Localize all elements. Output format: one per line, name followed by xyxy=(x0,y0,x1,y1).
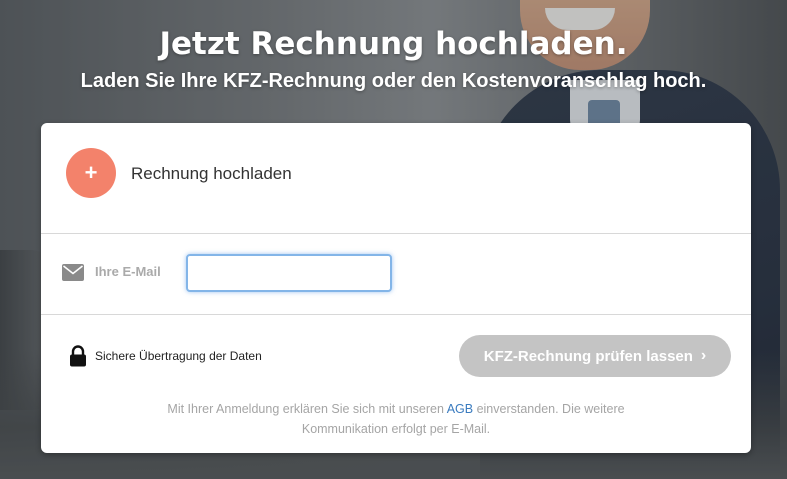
agb-link[interactable]: AGB xyxy=(447,402,473,416)
security-section: Sichere Übertragung der Daten KFZ-Rechnu… xyxy=(41,315,751,377)
legal-notice: Mit Ihrer Anmeldung erklären Sie sich mi… xyxy=(151,399,641,439)
page-title: Jetzt Rechnung hochladen. xyxy=(159,26,628,62)
upload-section[interactable]: + Rechnung hochladen xyxy=(41,123,751,234)
upload-form-card: + Rechnung hochladen Ihre E-Mail Sichere… xyxy=(41,123,751,453)
chevron-right-icon: › xyxy=(700,347,707,364)
check-invoice-button[interactable]: KFZ-Rechnung prüfen lassen › xyxy=(459,335,731,377)
add-file-button[interactable]: + xyxy=(66,148,116,198)
email-input[interactable] xyxy=(186,254,392,292)
lock-icon xyxy=(70,345,86,367)
email-label: Ihre E-Mail xyxy=(95,264,161,279)
mail-icon xyxy=(62,264,84,281)
submit-button-label: KFZ-Rechnung prüfen lassen xyxy=(483,347,693,365)
legal-text-start: Mit Ihrer Anmeldung erklären Sie sich mi… xyxy=(167,402,447,416)
secure-transfer-label: Sichere Übertragung der Daten xyxy=(95,349,262,363)
page-subtitle: Laden Sie Ihre KFZ-Rechnung oder den Kos… xyxy=(80,70,707,92)
upload-label[interactable]: Rechnung hochladen xyxy=(131,164,292,184)
email-section: Ihre E-Mail xyxy=(41,234,751,315)
plus-icon: + xyxy=(84,160,98,185)
